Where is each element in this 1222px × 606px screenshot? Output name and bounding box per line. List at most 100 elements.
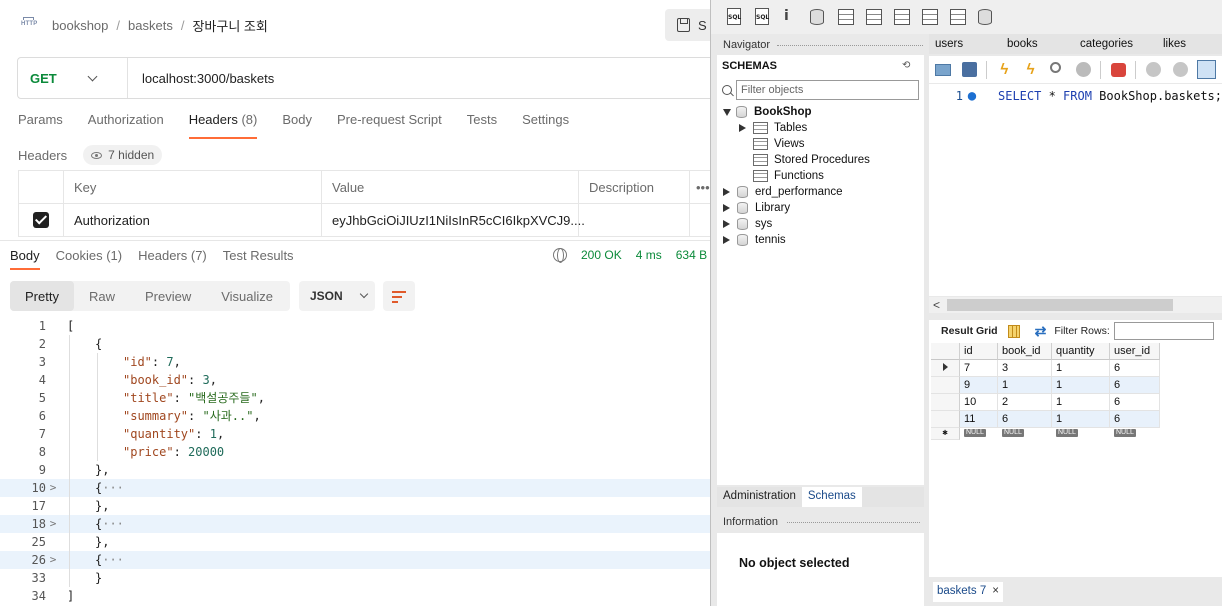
scroll-left-icon[interactable]: <	[933, 298, 940, 312]
sql-editor[interactable]: 1 ● SELECT * FROM BookShop.baskets;	[929, 84, 1222, 296]
tab-pre-request-script[interactable]: Pre-request Script	[337, 112, 442, 139]
create-table-icon[interactable]	[835, 6, 857, 28]
schema-inspector-icon[interactable]: i	[779, 6, 801, 28]
column-header-user-id[interactable]: user_id	[1110, 343, 1160, 360]
chevron-right-icon[interactable]	[723, 236, 730, 244]
grid-cell[interactable]: 6	[1110, 377, 1160, 394]
grid-cell[interactable]: 6	[1110, 411, 1160, 428]
grid-view-icon[interactable]	[1007, 324, 1020, 338]
tree-item-functions[interactable]: Functions	[721, 168, 921, 184]
tree-item-tennis[interactable]: tennis	[721, 232, 921, 248]
execute-icon[interactable]: ϟ	[995, 60, 1013, 79]
tab-books[interactable]: books	[1001, 34, 1074, 54]
chevron-right-icon[interactable]: >	[46, 515, 60, 533]
column-header-book-id[interactable]: book_id	[998, 343, 1052, 360]
chevron-right-icon[interactable]: >	[46, 551, 60, 569]
refresh-icon[interactable]: ⇄	[1035, 323, 1047, 340]
grid-cell[interactable]: 6	[1110, 360, 1160, 377]
tree-item-views[interactable]: Views	[721, 136, 921, 152]
url-input[interactable]: localhost:3000/baskets	[128, 71, 274, 86]
close-icon[interactable]: ×	[992, 585, 999, 597]
grid-cell[interactable]: 6	[998, 411, 1052, 428]
header-key-field[interactable]: Authorization	[64, 204, 322, 236]
header-description-field[interactable]	[579, 204, 690, 236]
new-row[interactable]: ✱ NULL NULL NULL NULL	[931, 428, 1160, 440]
breadcrumb-collection[interactable]: bookshop	[52, 18, 108, 33]
grid-cell[interactable]: 6	[1110, 394, 1160, 411]
method-select[interactable]: GET	[18, 58, 128, 98]
tab-headers[interactable]: Headers (8)	[188, 112, 258, 139]
row-indicator[interactable]	[931, 377, 960, 394]
grid-cell[interactable]: 11	[960, 411, 998, 428]
new-sql-tab-icon[interactable]: SQL	[723, 6, 745, 28]
tab-params[interactable]: Params	[18, 112, 63, 139]
chevron-right-icon[interactable]	[739, 124, 746, 132]
header-value-field[interactable]: eyJhbGciOiJIUzI1NiIsInR5cCI6IkpXVCJ9....	[322, 204, 585, 236]
tab-test-results[interactable]: Test Results	[223, 248, 294, 270]
response-size[interactable]: 634 B	[676, 248, 707, 262]
column-header-quantity[interactable]: quantity	[1052, 343, 1110, 360]
horizontal-scrollbar[interactable]: <	[929, 297, 1222, 313]
commit-icon[interactable]	[1144, 60, 1162, 79]
tab-response-body[interactable]: Body	[10, 248, 40, 270]
tree-item-library[interactable]: Library	[721, 200, 921, 216]
create-schema-icon[interactable]	[807, 6, 829, 28]
breadcrumb-folder[interactable]: baskets	[128, 18, 173, 33]
grid-cell[interactable]: 10	[960, 394, 998, 411]
view-pretty[interactable]: Pretty	[10, 281, 74, 311]
grid-cell[interactable]: 9	[960, 377, 998, 394]
create-view-icon[interactable]	[863, 6, 885, 28]
grid-cell[interactable]: 1	[998, 377, 1052, 394]
tree-item-stored-procedures[interactable]: Stored Procedures	[721, 152, 921, 168]
grid-cell[interactable]: 1	[1052, 394, 1110, 411]
save-icon[interactable]	[960, 60, 978, 79]
null-cell[interactable]: NULL	[998, 428, 1052, 440]
result-grid-label[interactable]: Result Grid	[941, 325, 998, 337]
tab-likes[interactable]: likes	[1157, 34, 1217, 54]
column-header-id[interactable]: id	[960, 343, 998, 360]
grid-cell[interactable]: 1	[1052, 360, 1110, 377]
grid-cell[interactable]: 2	[998, 394, 1052, 411]
chevron-right-icon[interactable]: >	[46, 479, 60, 497]
grid-cell[interactable]: 1	[1052, 411, 1110, 428]
wrap-lines-button[interactable]	[383, 281, 415, 311]
toggle-error-icon[interactable]	[1109, 60, 1127, 79]
explain-icon[interactable]	[1048, 60, 1066, 79]
grid-cell[interactable]: 1	[1052, 377, 1110, 394]
open-file-icon[interactable]	[934, 60, 952, 79]
tree-item-sys[interactable]: sys	[721, 216, 921, 232]
tree-item-bookshop[interactable]: BookShop	[721, 104, 921, 120]
table-row[interactable]: 9116	[931, 377, 1160, 394]
table-row[interactable]: 7316	[931, 360, 1160, 377]
create-procedure-icon[interactable]	[891, 6, 913, 28]
row-indicator[interactable]	[931, 394, 960, 411]
chevron-down-icon[interactable]	[723, 108, 731, 116]
filter-rows-input[interactable]	[1113, 322, 1214, 340]
tab-settings[interactable]: Settings	[522, 112, 569, 139]
tab-users[interactable]: users	[929, 34, 1001, 54]
breadcrumb-request[interactable]: 장바구니 조회	[192, 16, 267, 35]
sql-statement[interactable]: SELECT * FROM BookShop.baskets;	[981, 87, 1222, 105]
response-body-editor[interactable]: 1[2{3 "id": 7, 4 "book_id": 3, 5 "title": "백설…	[0, 317, 710, 605]
filter-objects-input[interactable]: Filter objects	[736, 80, 919, 100]
chevron-right-icon[interactable]	[723, 204, 730, 212]
chevron-right-icon[interactable]	[723, 188, 730, 196]
status-code[interactable]: 200 OK	[581, 248, 622, 262]
tab-body[interactable]: Body	[282, 112, 312, 139]
autocommit-icon[interactable]	[1196, 60, 1216, 79]
tab-result-baskets[interactable]: baskets 7 ×	[933, 582, 1003, 602]
view-preview[interactable]: Preview	[130, 281, 206, 311]
reconnect-icon[interactable]	[975, 6, 997, 28]
response-time[interactable]: 4 ms	[636, 248, 662, 262]
create-function-icon[interactable]	[919, 6, 941, 28]
rollback-icon[interactable]	[1171, 60, 1189, 79]
header-enabled-checkbox[interactable]	[33, 212, 49, 228]
table-row[interactable]: 10 2 1 6	[931, 394, 1160, 411]
search-table-data-icon[interactable]	[947, 6, 969, 28]
null-cell[interactable]: NULL	[1110, 428, 1160, 440]
tree-item-tables[interactable]: Tables	[721, 120, 921, 136]
tab-administration[interactable]: Administration	[717, 487, 802, 507]
row-indicator[interactable]	[931, 411, 960, 428]
globe-icon[interactable]	[553, 248, 567, 263]
save-button[interactable]: S	[665, 9, 710, 41]
